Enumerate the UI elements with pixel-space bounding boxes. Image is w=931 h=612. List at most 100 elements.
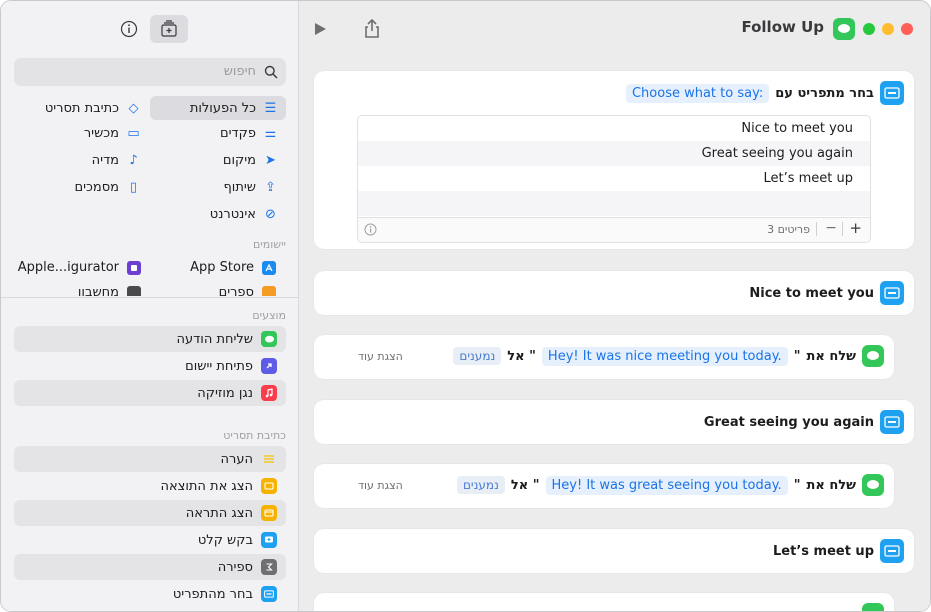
category-controls[interactable]: ⚌ פקדים xyxy=(220,121,278,145)
search-placeholder: חיפוש xyxy=(223,64,256,79)
show-more-button[interactable]: הצגת עוד xyxy=(358,350,403,363)
action-show-alert[interactable]: הצג התראה xyxy=(14,500,286,526)
send-message-action-partial[interactable] xyxy=(314,593,894,611)
app-label: Apple...igurator xyxy=(17,260,119,275)
category-label: מסמכים xyxy=(74,179,119,195)
editor-area: Follow Up בחר מתפריט עם Choose what to s… xyxy=(298,1,930,611)
app-app-store[interactable]: App Store xyxy=(190,260,276,275)
messages-icon xyxy=(867,480,879,489)
menu-item[interactable]: Nice to meet you xyxy=(358,116,870,141)
menu-icon xyxy=(884,87,900,99)
suggested-header: מוצעים xyxy=(252,309,286,322)
category-web[interactable]: ⊘ אינטרנט xyxy=(210,202,278,226)
category-sharing[interactable]: ⇪ שיתוף xyxy=(223,175,278,199)
display-icon: ▭ xyxy=(127,125,140,141)
categories-panel: חיפוש ☰ כל הפעולות ◇ כתיבת תסריט ⚌ פקדים… xyxy=(1,1,298,296)
share-icon xyxy=(365,19,379,38)
menu-prompt-field[interactable]: Choose what to say: xyxy=(625,83,770,103)
send-label: שלח את xyxy=(806,477,856,493)
menu-case-header[interactable]: Let’s meet up xyxy=(314,529,914,573)
action-count[interactable]: ספירה xyxy=(14,554,286,580)
music-note-icon: ♪ xyxy=(129,152,138,168)
search-field[interactable]: חיפוש xyxy=(14,58,286,86)
message-field[interactable]: Hey! It was great seeing you today. xyxy=(545,475,788,495)
menu-item[interactable]: Great seeing you again xyxy=(358,141,870,166)
messages-icon xyxy=(838,24,850,33)
send-message-action[interactable]: שלח את " Hey! It was nice meeting you to… xyxy=(314,335,894,379)
menu-item-empty[interactable] xyxy=(358,191,870,216)
messages-icon xyxy=(867,351,879,360)
action-open-app[interactable]: פתיחת יישום xyxy=(14,353,286,379)
messages-app-icon xyxy=(862,603,884,611)
show-more-button[interactable]: הצגת עוד xyxy=(358,479,403,492)
remove-item-button[interactable]: − xyxy=(825,220,837,236)
action-label: ספירה xyxy=(217,559,253,575)
category-label: מדיה xyxy=(91,152,119,168)
menu-icon xyxy=(884,287,900,299)
info-icon[interactable] xyxy=(364,223,377,236)
choose-from-menu-action[interactable]: בחר מתפריט עם Choose what to say: Nice t… xyxy=(314,71,914,249)
to-label: " אל xyxy=(507,348,536,364)
action-library-button[interactable] xyxy=(150,15,188,43)
menu-icon xyxy=(884,416,900,428)
case-title: Let’s meet up xyxy=(773,543,874,559)
category-label: כתיבת תסריט xyxy=(44,100,119,116)
action-library-sidebar: חיפוש ☰ כל הפעולות ◇ כתיבת תסריט ⚌ פקדים… xyxy=(1,1,299,611)
show-result-icon xyxy=(261,478,277,494)
action-play-music[interactable]: נגן מוזיקה xyxy=(14,380,286,406)
location-arrow-icon: ➤ xyxy=(265,152,276,168)
app-label: App Store xyxy=(190,260,254,275)
close-button[interactable] xyxy=(901,23,913,35)
category-device[interactable]: ▭ מכשיר xyxy=(84,121,141,145)
category-location[interactable]: ➤ מיקום xyxy=(223,148,278,172)
action-label: שליחת הודעה xyxy=(176,331,253,347)
category-label: פקדים xyxy=(220,125,256,141)
recipients-field[interactable]: נמענים xyxy=(456,476,505,494)
message-field[interactable]: Hey! It was nice meeting you today. xyxy=(541,346,788,366)
category-scripting[interactable]: ◇ כתיבת תסריט xyxy=(45,96,141,120)
app-calculator[interactable]: מחשבון xyxy=(78,285,141,296)
action-label: פתיחת יישום xyxy=(185,358,253,374)
messages-app-icon xyxy=(862,474,884,496)
category-media[interactable]: ♪ מדיה xyxy=(92,148,141,172)
action-show-result[interactable]: הצג את התוצאה xyxy=(14,473,286,499)
shortcut-icon[interactable] xyxy=(833,18,855,40)
count-icon xyxy=(261,559,277,575)
library-icon xyxy=(161,20,177,37)
run-button[interactable] xyxy=(307,16,333,42)
add-item-button[interactable]: + xyxy=(849,219,862,237)
document-icon: ▯ xyxy=(129,179,138,195)
action-comment[interactable]: הערה xyxy=(14,446,286,472)
info-icon[interactable] xyxy=(120,20,138,38)
recipients-field[interactable]: נמענים xyxy=(453,347,502,365)
divider xyxy=(842,222,843,236)
share-icon: ⇪ xyxy=(265,179,276,195)
to-label: " אל xyxy=(510,477,540,493)
category-all-actions[interactable]: ☰ כל הפעולות xyxy=(150,96,286,120)
category-label: מכשיר xyxy=(83,125,119,141)
zoom-button[interactable] xyxy=(863,23,875,35)
action-send-message[interactable]: שליחת הודעה xyxy=(14,326,286,352)
category-label: אינטרנט xyxy=(209,206,256,222)
menu-case-header[interactable]: Great seeing you again xyxy=(314,400,914,444)
minimize-button[interactable] xyxy=(882,23,894,35)
play-icon xyxy=(315,23,326,35)
menu-item[interactable]: Let’s meet up xyxy=(358,166,870,191)
list-icon: ☰ xyxy=(264,100,277,116)
menu-case-header[interactable]: Nice to meet you xyxy=(314,271,914,315)
actions-panel: מוצעים שליחת הודעה פתיחת יישום נגן מוזיק… xyxy=(1,297,298,611)
category-label: כל הפעולות xyxy=(189,100,256,116)
app-apple-configurator[interactable]: Apple...igurator xyxy=(18,260,141,275)
books-icon xyxy=(262,285,276,296)
category-documents[interactable]: ▯ מסמכים xyxy=(74,175,141,199)
list-footer: 3 פריטים − + xyxy=(358,217,870,242)
compass-icon: ⊘ xyxy=(265,206,276,222)
shortcut-title[interactable]: Follow Up xyxy=(741,18,824,36)
app-books[interactable]: ספרים xyxy=(219,285,276,296)
share-button[interactable] xyxy=(359,16,385,42)
open-app-icon xyxy=(261,358,277,374)
action-ask-input[interactable]: בקש קלט xyxy=(14,527,286,553)
action-label: בחר מהתפריט xyxy=(172,586,253,602)
action-choose-from-menu[interactable]: בחר מהתפריט xyxy=(14,581,286,607)
send-message-action[interactable]: שלח את " Hey! It was great seeing you to… xyxy=(314,464,894,508)
